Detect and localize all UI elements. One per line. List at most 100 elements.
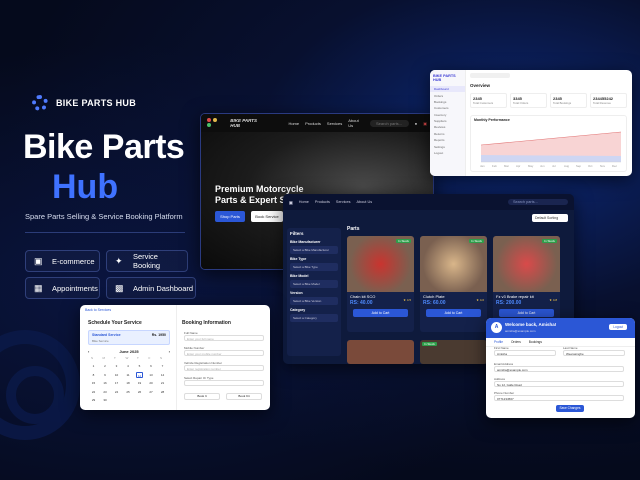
tab-orders[interactable]: Orders [511, 340, 521, 344]
calendar-day[interactable]: 30 [102, 397, 109, 403]
shop-logo: ▣ [289, 199, 293, 205]
hero-search-input[interactable]: Search parts... [370, 119, 409, 127]
book-service-button[interactable]: Book Service [251, 211, 283, 222]
logout-button[interactable]: Logout [609, 324, 627, 330]
calendar-day[interactable]: 4 [125, 363, 132, 369]
calendar-day[interactable]: 12 [136, 371, 143, 378]
product-card-row2[interactable] [347, 340, 414, 364]
add-to-cart-button[interactable]: Add to Cart [426, 309, 481, 317]
shop-nav-services[interactable]: Services [336, 200, 351, 204]
user-icon[interactable]: ● [415, 121, 417, 126]
divider [25, 232, 185, 233]
calendar-day[interactable]: 17 [113, 380, 120, 386]
filter-select[interactable]: Select a Bike Version [290, 297, 338, 305]
nav-home[interactable]: Home [288, 121, 299, 126]
calendar-day[interactable]: 13 [148, 372, 155, 378]
feature-ecommerce: ▣ E-commerce [25, 250, 100, 272]
feature-service-booking: ✦ Service Booking [106, 250, 188, 272]
chart-x-label: Nov [600, 164, 605, 168]
calendar-day[interactable]: 15 [90, 380, 97, 386]
profile-input[interactable]: 0771234567 [494, 395, 624, 401]
calendar-day[interactable]: 14 [159, 372, 166, 378]
weekday-label: T [137, 356, 139, 360]
form-input[interactable]: Enter registration number [184, 365, 264, 371]
filter-select[interactable]: Select a Bike Model [290, 280, 338, 288]
calendar-day[interactable]: 2 [102, 363, 109, 369]
product-card[interactable]: In Stock Chain kit SCO RS: 40.00 ★ 4.5 Add t… [347, 236, 414, 332]
weekday-label: M [102, 356, 106, 360]
hero-navbar: BIKE PARTS HUB Home Products Services Ab… [201, 114, 433, 132]
nav-services[interactable]: Services [327, 121, 342, 126]
calendar-day[interactable]: 16 [102, 380, 109, 386]
chart-x-label: Oct [588, 164, 593, 168]
calendar-day[interactable]: 18 [125, 380, 132, 386]
avatar: A [491, 322, 502, 333]
admin-chart-card: Monthly Performance Jan Feb Mar Apr May Jun Ju… [470, 115, 627, 172]
calendar-day[interactable]: 5 [136, 363, 143, 369]
calendar-day[interactable]: 26 [136, 389, 143, 395]
calendar-day[interactable]: 8 [90, 372, 97, 378]
shop-search-input[interactable]: Search parts... [508, 199, 568, 205]
calendar-day[interactable]: 3 [113, 363, 120, 369]
filter-select[interactable]: Select a Category [290, 314, 338, 322]
profile-input[interactable]: amisha@example.com [494, 366, 624, 372]
calendar-day[interactable]: 21 [159, 380, 166, 386]
calendar-day[interactable]: 6 [148, 363, 155, 369]
product-card-row2[interactable]: In Stock [420, 340, 487, 364]
shop-parts-button[interactable]: Shop Parts [215, 211, 245, 222]
book-it-button[interactable]: Book It [184, 393, 220, 400]
product-card[interactable]: In Stock Clutch Plate RS: 60.00 ★ 4.0 Add to… [420, 236, 487, 332]
cart-icon[interactable]: ▣ [423, 121, 427, 126]
filters-panel: Filters Bike Manufacturer Select a Bike M… [287, 228, 341, 356]
profile-header: A Welcome back, Amisha! amisha@example.c… [486, 318, 635, 338]
form-input[interactable]: Enter your mobile number [184, 350, 264, 356]
calendar-day[interactable]: 24 [113, 389, 120, 395]
tab-bookings[interactable]: Bookings [529, 340, 542, 344]
filter-select[interactable]: Select a Bike Type [290, 263, 338, 271]
chart-x-label: Jan [480, 164, 485, 168]
save-changes-button[interactable]: Save Changes [556, 405, 584, 412]
calendar-day[interactable]: 10 [113, 372, 120, 378]
profile-input[interactable]: Amisha [494, 350, 556, 356]
stat-label: Total Bookings [553, 101, 572, 105]
service-sub: Bike Service [92, 339, 109, 343]
shop-nav-products[interactable]: Products [315, 200, 330, 204]
filters-list: Bike Manufacturer Select a Bike Manufactu… [290, 240, 338, 322]
shop-nav-about[interactable]: About Us [356, 200, 372, 204]
admin-sidebar-item[interactable]: Logout [430, 150, 465, 156]
next-month-icon[interactable]: › [169, 349, 170, 354]
shop-nav-home[interactable]: Home [299, 200, 309, 204]
profile-input[interactable]: No 12, Galle Road [494, 381, 624, 387]
calendar-day[interactable]: 11 [125, 372, 132, 378]
calendar-day[interactable]: 25 [125, 389, 132, 395]
add-to-cart-button[interactable]: Add to Cart [499, 309, 554, 317]
filter-select[interactable]: Select a Bike Manufacturer [290, 246, 338, 254]
chart-x-label: Aug [564, 164, 569, 168]
calendar-day[interactable]: 20 [148, 380, 155, 386]
calendar-day[interactable]: 9 [102, 372, 109, 378]
calendar-day[interactable]: 22 [90, 389, 97, 395]
sort-select[interactable]: Default Sorting [532, 214, 568, 222]
form-input[interactable]: Enter your full name [184, 335, 264, 341]
calendar-day[interactable]: 28 [159, 389, 166, 395]
calendar-day[interactable]: 7 [159, 363, 166, 369]
tab-profile[interactable]: Profile [494, 340, 503, 344]
profile-input[interactable]: Weerasinghe [563, 350, 625, 356]
calendar-day[interactable]: 27 [148, 389, 155, 395]
book-kit-button[interactable]: Book Kit [226, 393, 262, 400]
service-card[interactable]: Standard Service Bike Service Rs. 1950 [88, 330, 170, 345]
prev-month-icon[interactable]: ‹ [88, 349, 89, 354]
back-link[interactable]: Back to Services [85, 308, 111, 312]
calendar-day[interactable]: 23 [102, 389, 109, 395]
stat-label: Total Revenue [593, 101, 611, 105]
form-input[interactable] [184, 380, 264, 386]
calendar-day[interactable]: 1 [90, 363, 97, 369]
admin-search-input[interactable] [470, 73, 510, 78]
nav-products[interactable]: Products [305, 121, 321, 126]
calendar-day[interactable]: 19 [136, 380, 143, 386]
shop-navbar: ▣ Home Products Services About Us Search… [283, 194, 574, 210]
add-to-cart-button[interactable]: Add to Cart [353, 309, 408, 317]
calendar-day[interactable]: 29 [90, 397, 97, 403]
feature-label: Service Booking [132, 252, 161, 270]
nav-about[interactable]: About Us [348, 118, 364, 128]
